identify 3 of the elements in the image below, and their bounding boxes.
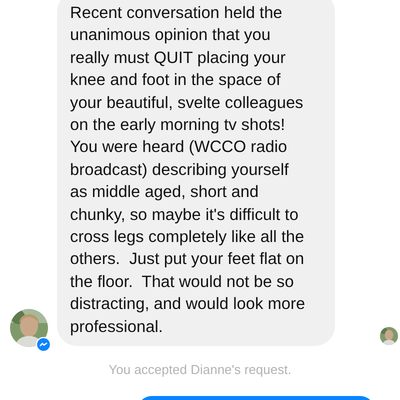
- message-bubble: Recent conversation held the unanimous opinion that you really must QUIT placing your knee and foot in the space of your beautiful, svelte colleagues on the early morning tv shots! You were heard (WCCO radio broadcast) describing yourself as middle aged, short and chunky, so maybe it's difficult to cross legs completely like all the others. Just put your feet flat on the floor. That would not be so distracting, and would look more professional.: [57, 0, 335, 346]
- system-notice: You accepted Dianne's request.: [108, 362, 292, 378]
- messenger-badge-icon: [36, 337, 51, 352]
